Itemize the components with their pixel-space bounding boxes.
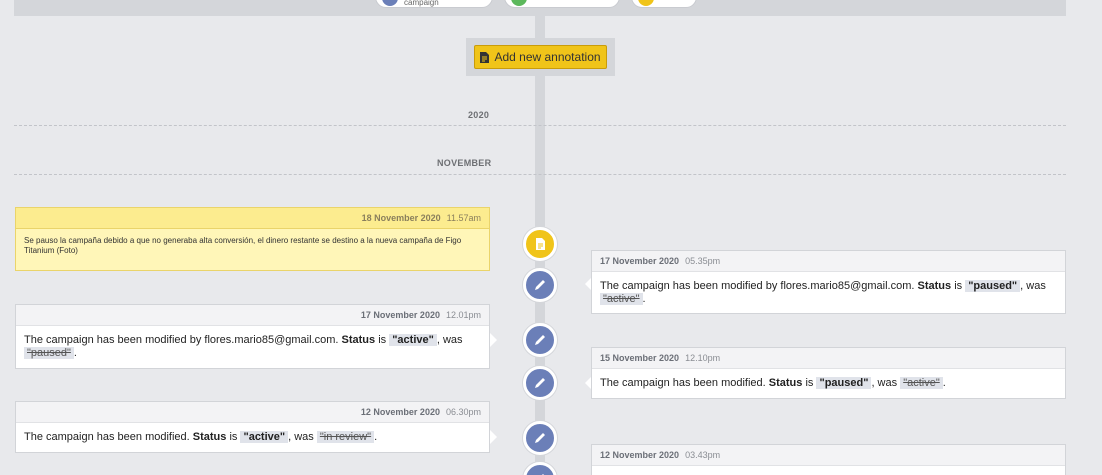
edit-node[interactable] bbox=[523, 462, 557, 475]
new-value: "active" bbox=[240, 431, 289, 443]
change-field: Status bbox=[341, 334, 376, 346]
change-field: Status bbox=[917, 280, 952, 292]
change-text: The campaign has been modified by flores… bbox=[592, 272, 1065, 314]
entry-time: 06.30pm bbox=[445, 407, 481, 417]
filter-chip-campaign[interactable]: campaign bbox=[375, 0, 493, 8]
add-annotation-label: Add new annotation bbox=[494, 50, 601, 64]
entry-date: 12 November 2020 bbox=[360, 407, 440, 417]
card-pointer bbox=[490, 430, 497, 444]
change-card: 17 November 2020 05.35pm The campaign ha… bbox=[591, 250, 1066, 314]
pencil-icon bbox=[535, 280, 545, 290]
filter-chip-yellow[interactable] bbox=[631, 0, 697, 8]
month-label: NOVEMBER bbox=[437, 158, 492, 168]
change-was: , was bbox=[436, 334, 463, 346]
campaign-dot-icon bbox=[382, 0, 398, 6]
entry-date: 18 November 2020 bbox=[361, 213, 441, 223]
change-card: 12 November 2020 06.30pm The campaign ha… bbox=[15, 401, 490, 453]
change-prefix: The campaign has been modified. bbox=[600, 377, 766, 389]
old-value: "paused" bbox=[24, 347, 74, 359]
green-dot-icon bbox=[511, 0, 527, 6]
edit-node[interactable] bbox=[523, 323, 557, 357]
change-is: is bbox=[229, 431, 238, 443]
change-card: 12 November 2020 03.43pm bbox=[591, 444, 1066, 475]
change-text: The campaign has been modified. Status i… bbox=[16, 423, 489, 452]
add-annotation-wrap: Add new annotation bbox=[466, 38, 615, 76]
entry-date: 15 November 2020 bbox=[600, 353, 680, 363]
change-was: , was bbox=[288, 431, 314, 443]
pencil-icon bbox=[535, 335, 545, 345]
entry-header: 17 November 2020 12.01pm bbox=[16, 305, 489, 326]
entry-date: 17 November 2020 bbox=[360, 310, 440, 320]
change-text: The campaign has been modified. Status i… bbox=[592, 369, 1065, 398]
change-was: , was bbox=[871, 377, 898, 389]
entry-time: 11.57am bbox=[446, 213, 481, 223]
new-value: "paused" bbox=[965, 280, 1021, 292]
month-divider bbox=[14, 174, 1066, 175]
old-value: "in review" bbox=[316, 431, 375, 443]
new-value: "paused" bbox=[816, 377, 872, 389]
change-card: 17 November 2020 12.01pm The campaign ha… bbox=[15, 304, 490, 369]
old-value: "active" bbox=[600, 293, 643, 305]
change-card: 15 November 2020 12.10pm The campaign ha… bbox=[591, 347, 1066, 399]
entry-time: 12.10pm bbox=[685, 353, 721, 363]
year-divider bbox=[14, 125, 1066, 126]
change-text: The campaign has been modified by flores… bbox=[16, 326, 489, 368]
change-prefix: The campaign has been modified by flores… bbox=[24, 334, 339, 346]
document-icon bbox=[536, 238, 545, 250]
change-end: . bbox=[942, 377, 946, 389]
document-icon bbox=[480, 51, 490, 63]
entry-date: 17 November 2020 bbox=[600, 256, 680, 266]
pencil-icon bbox=[542, 474, 544, 475]
entry-time: 03.43pm bbox=[685, 450, 721, 460]
note-node[interactable] bbox=[523, 227, 557, 261]
annotation-note-card: 18 November 2020 11.57am Se pauso la cam… bbox=[15, 207, 490, 271]
change-is: is bbox=[378, 334, 387, 346]
entry-header: 15 November 2020 12.10pm bbox=[592, 348, 1065, 369]
entry-header: 12 November 2020 06.30pm bbox=[16, 402, 489, 423]
year-label: 2020 bbox=[468, 110, 490, 120]
edit-node[interactable] bbox=[523, 268, 557, 302]
change-prefix: The campaign has been modified by flores… bbox=[600, 280, 915, 292]
yellow-dot-icon bbox=[638, 0, 654, 6]
change-is: is bbox=[954, 280, 963, 292]
entry-date: 12 November 2020 bbox=[600, 450, 680, 460]
edit-node[interactable] bbox=[523, 421, 557, 455]
change-end: . bbox=[73, 347, 77, 359]
entry-time: 05.35pm bbox=[685, 256, 721, 266]
filter-chip-green[interactable] bbox=[504, 0, 620, 8]
card-pointer bbox=[490, 333, 497, 347]
change-was: , was bbox=[1020, 280, 1046, 292]
new-value: "active" bbox=[389, 334, 437, 346]
change-field: Status bbox=[192, 431, 227, 443]
note-text: Se pauso la campaña debido a que no gene… bbox=[24, 236, 462, 255]
pencil-icon bbox=[535, 433, 545, 443]
change-field: Status bbox=[768, 377, 803, 389]
entry-time: 12.01pm bbox=[445, 310, 481, 320]
old-value: "active" bbox=[900, 377, 943, 389]
change-is: is bbox=[805, 377, 814, 389]
entry-header: 17 November 2020 05.35pm bbox=[592, 251, 1065, 272]
entry-header: 18 November 2020 11.57am bbox=[16, 208, 489, 229]
entry-header: 12 November 2020 03.43pm bbox=[592, 445, 1065, 466]
top-filter-bar: campaign bbox=[14, 0, 1066, 16]
change-end: . bbox=[642, 293, 646, 305]
pencil-icon bbox=[535, 378, 545, 388]
edit-node[interactable] bbox=[523, 366, 557, 400]
filter-chip-label: campaign bbox=[404, 0, 439, 7]
add-annotation-button[interactable]: Add new annotation bbox=[474, 45, 607, 69]
change-end: . bbox=[374, 431, 378, 443]
change-prefix: The campaign has been modified. bbox=[24, 431, 190, 443]
